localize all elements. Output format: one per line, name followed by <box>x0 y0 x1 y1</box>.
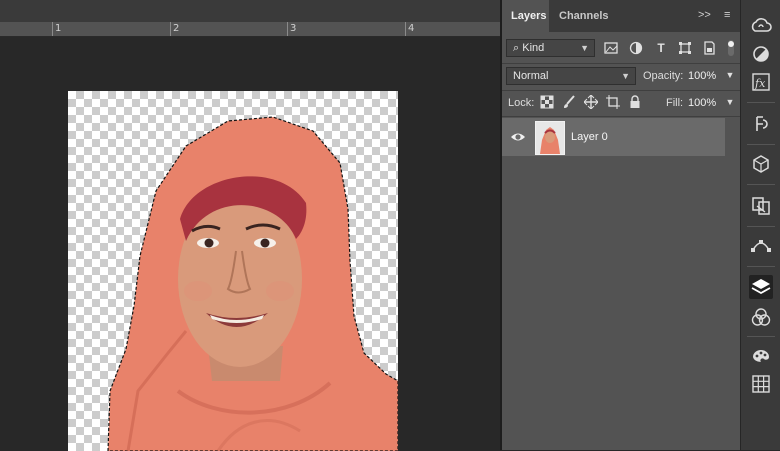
panel-dock-strip: fx <box>740 0 780 450</box>
portrait-cutout <box>107 116 398 451</box>
chevron-down-icon[interactable]: ▼ <box>723 68 737 82</box>
layer-filter-select[interactable]: ⌕ Kind ▼ <box>506 39 595 57</box>
document-canvas[interactable] <box>0 37 500 451</box>
search-icon: ⌕ <box>513 42 520 54</box>
collapse-panel-icon[interactable]: >> <box>698 9 711 21</box>
swatches-icon[interactable] <box>749 372 773 396</box>
lock-all-icon[interactable] <box>628 95 642 109</box>
ruler-tick <box>52 22 53 36</box>
blend-mode-select[interactable]: Normal ▼ <box>506 67 636 85</box>
dock-separator <box>747 184 775 185</box>
type-filter-icon[interactable]: T <box>654 41 668 55</box>
fill-input[interactable]: 100% <box>688 97 716 109</box>
clone-source-icon[interactable] <box>749 194 773 218</box>
shape-filter-icon[interactable] <box>678 41 692 55</box>
opacity-label: Opacity: <box>643 70 684 82</box>
lock-image-icon[interactable] <box>562 95 576 109</box>
lock-position-icon[interactable] <box>583 94 599 110</box>
layer-thumbnail <box>535 121 565 155</box>
canvas-top-strip <box>0 0 500 22</box>
layer-row-layer-0[interactable]: Layer 0 <box>502 118 725 156</box>
creative-cloud-icon[interactable] <box>749 14 773 38</box>
ruler-tick <box>170 22 171 36</box>
chevron-down-icon: ▼ <box>621 71 630 81</box>
filter-kind-label: Kind <box>522 42 545 54</box>
image-filter-icon[interactable] <box>604 41 618 55</box>
divider <box>502 116 740 117</box>
lock-transparent-icon[interactable] <box>540 95 554 109</box>
blend-mode-value: Normal <box>513 70 549 82</box>
lock-label: Lock: <box>508 97 535 109</box>
color-icon[interactable] <box>749 344 773 368</box>
horizontal-ruler: 1 2 3 4 <box>0 22 500 37</box>
dock-separator <box>747 144 775 145</box>
chevron-down-icon: ▼ <box>580 43 589 53</box>
opacity-input[interactable]: 100% <box>688 70 716 82</box>
ruler-mark-3: 3 <box>290 23 297 34</box>
ruler-tick <box>405 22 406 36</box>
chevron-down-icon[interactable]: ▼ <box>723 95 737 109</box>
layers-panel: Layers Channels >> ≡ ⌕ Kind ▼ T Normal ▼… <box>502 0 740 450</box>
styles-icon[interactable]: fx <box>749 70 773 94</box>
dock-separator <box>747 266 775 267</box>
dock-separator <box>747 102 775 103</box>
panel-menu-icon[interactable]: ≡ <box>724 9 730 21</box>
panel-scrollbar[interactable] <box>725 118 740 450</box>
3d-icon[interactable] <box>749 152 773 176</box>
divider <box>502 63 740 64</box>
layers-icon[interactable] <box>749 275 773 299</box>
history-icon[interactable] <box>749 112 773 136</box>
visibility-eye-icon[interactable] <box>510 130 526 144</box>
fill-label: Fill: <box>666 97 684 109</box>
ruler-mark-4: 4 <box>408 23 415 34</box>
paths-icon[interactable] <box>749 234 773 258</box>
ruler-mark-2: 2 <box>173 23 180 34</box>
panel-tab-bar: Layers Channels >> ≡ <box>502 0 740 32</box>
divider <box>502 90 740 91</box>
smart-object-filter-icon[interactable] <box>702 41 716 55</box>
tab-channels[interactable]: Channels <box>550 0 618 32</box>
adjustment-filter-icon[interactable] <box>629 41 643 55</box>
channels-icon[interactable] <box>749 305 773 329</box>
adjustments-icon[interactable] <box>749 42 773 66</box>
dock-separator <box>747 336 775 337</box>
tab-layers[interactable]: Layers <box>502 0 549 32</box>
ruler-mark-1: 1 <box>55 23 62 34</box>
svg-text:fx: fx <box>754 77 766 90</box>
dock-separator <box>747 226 775 227</box>
document-image[interactable] <box>68 91 398 451</box>
ruler-tick <box>287 22 288 36</box>
filter-toggle-icon[interactable] <box>724 40 738 56</box>
lock-artboard-icon[interactable] <box>606 95 620 109</box>
layer-name[interactable]: Layer 0 <box>571 131 608 143</box>
